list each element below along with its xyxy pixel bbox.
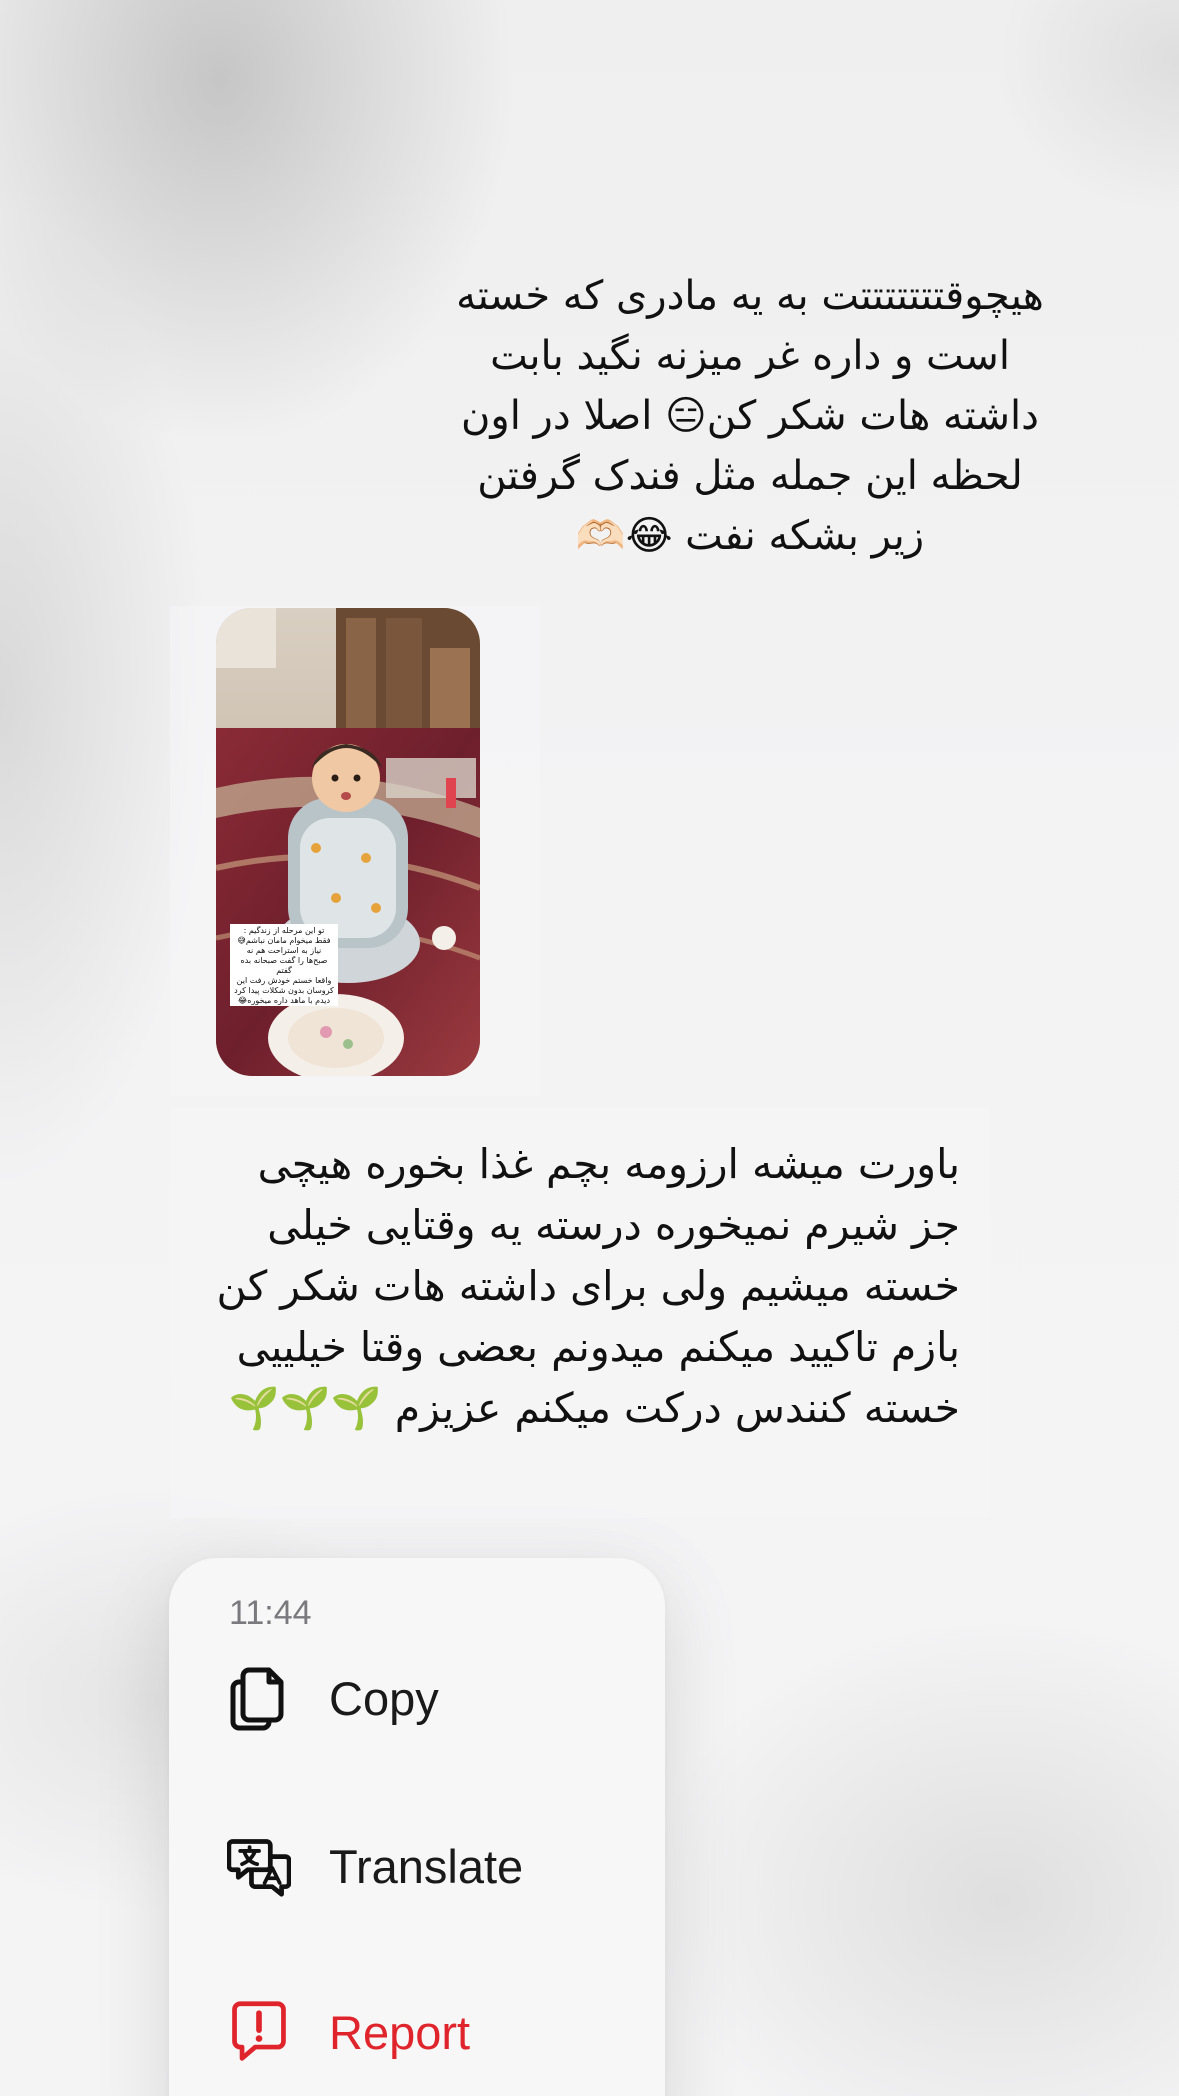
copy-icon <box>227 1662 291 1734</box>
report-icon <box>227 1996 291 2068</box>
message-text-first[interactable]: هیچوقتتتتتتتت به یه مادری که خسته است و … <box>450 266 1050 566</box>
caption-line: واقعا خستم خودش رفت این <box>236 976 332 985</box>
caption-line: صبح‌ها را گفت صبحانه بده گفتم <box>240 956 328 975</box>
message-text-second[interactable]: باورت میشه ارزومه بچم غذا بخوره هیچی جز … <box>200 1134 960 1439</box>
caption-line: کروسان بدون شکلات پیدا کرد <box>234 986 334 995</box>
caption-line: دیدم با ماهد داره میخوره😂 <box>237 996 331 1005</box>
caption-line: فقط میخوام مامان نباشم😅 <box>237 936 331 945</box>
media-caption-sticker: تو این مرحله از زندگیم : فقط میخوام ماما… <box>230 924 338 1006</box>
copy-label: Copy <box>329 1671 439 1725</box>
media-message-video[interactable]: تو این مرحله از زندگیم : فقط میخوام ماما… <box>216 608 480 1076</box>
translate-label: Translate <box>329 1839 524 1893</box>
translate-menu-item[interactable]: Translate <box>169 1806 665 1926</box>
report-label: Report <box>329 2005 471 2059</box>
caption-line: نیاز به استراحت هم نه <box>246 946 322 955</box>
message-timestamp: 11:44 <box>229 1594 312 1632</box>
report-menu-item[interactable]: Report <box>169 1972 665 2092</box>
screen: هیچوقتتتتتتتت به یه مادری که خسته است و … <box>0 0 1179 2096</box>
caption-line: تو این مرحله از زندگیم : <box>243 926 325 935</box>
copy-menu-item[interactable]: Copy <box>169 1638 665 1758</box>
translate-icon <box>227 1830 291 1902</box>
